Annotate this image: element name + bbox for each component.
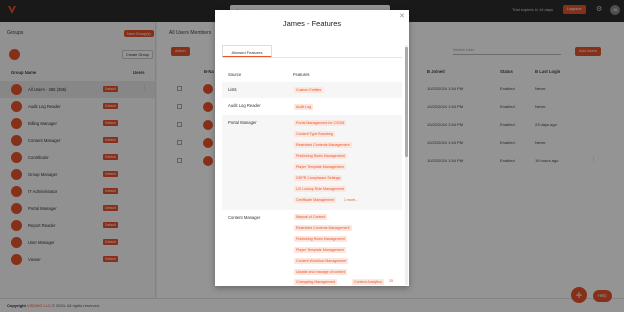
feature-chip: Manual of Content <box>294 214 328 221</box>
feature-chip: Custom Entities <box>294 87 324 94</box>
feature-chip: Restricted Contents Management <box>294 142 352 149</box>
source-name: Content Manager <box>228 215 261 220</box>
feature-chip: Content Workflow Management <box>294 258 349 265</box>
source-name: Portal Manager <box>228 120 257 125</box>
feature-chip: GDPR Compliance Settings <box>294 175 343 182</box>
source-name: Audit Log Reader <box>228 103 261 108</box>
feature-chip: Content Type Branding <box>294 131 335 138</box>
feature-chip: Publishing Rules Management <box>294 236 347 243</box>
modal-title: James - Features <box>282 19 342 28</box>
modal-scroll-thumb[interactable] <box>405 47 408 157</box>
more-features-link[interactable]: 25 <box>389 279 393 283</box>
tab-divider <box>222 57 402 58</box>
feature-chip: Update and manage of content <box>294 269 348 276</box>
feature-chip: Player Template Management <box>294 164 346 171</box>
more-features-link[interactable]: 1 more... <box>344 198 358 202</box>
feature-chip: Certificate Management <box>294 197 337 204</box>
source-name: Lists <box>228 87 237 92</box>
feature-chip: Portal Management for CSOM <box>294 120 347 127</box>
feature-chip: Publishing Rules Management <box>294 153 347 160</box>
feature-chip: Restricted Contents Management <box>294 225 352 232</box>
close-icon[interactable]: ✕ <box>399 12 405 20</box>
feature-chip: Player Template Management <box>294 247 346 254</box>
feature-section: Portal Manager Portal Management for CSO… <box>222 115 402 210</box>
col-features: Features <box>293 72 310 77</box>
feature-chip: Changelog Management <box>294 279 338 286</box>
col-source: Source <box>228 72 242 77</box>
features-modal: James - Features ✕ Allowed Features Sour… <box>215 10 409 286</box>
feature-chip: UX Lookup Rule Management <box>294 186 347 193</box>
feature-section: Content Manager Manual of Content Restri… <box>222 210 402 286</box>
feature-section: Lists Custom Entities <box>222 82 402 98</box>
feature-section: Audit Log Reader Audit Log <box>222 98 402 115</box>
feature-chip: Content Analytics <box>352 279 384 286</box>
feature-chip: Audit Log <box>294 104 314 111</box>
